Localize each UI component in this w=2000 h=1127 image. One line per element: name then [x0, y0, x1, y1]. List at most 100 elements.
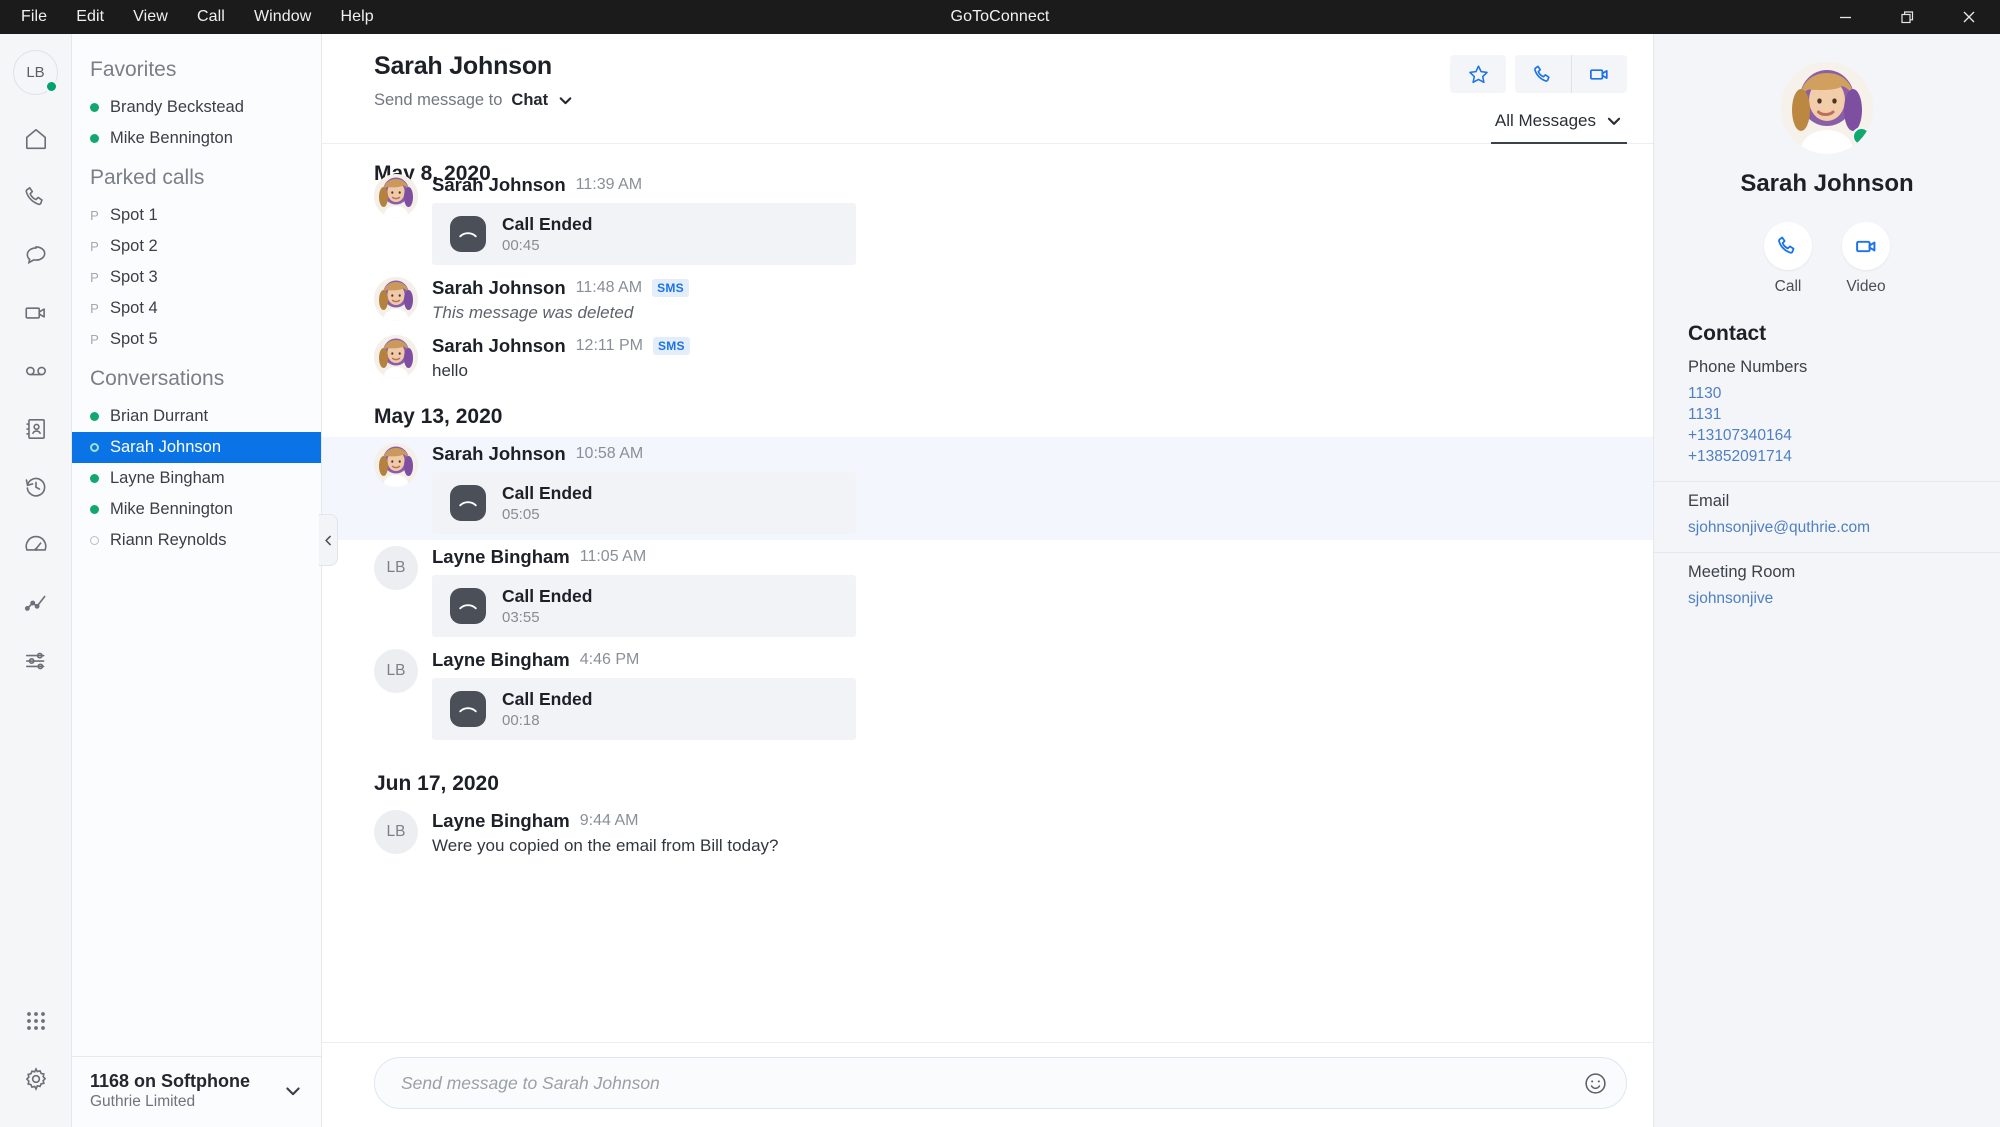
- conversation-item-layne-bingham[interactable]: Layne Bingham: [72, 463, 321, 494]
- contact-phone-value[interactable]: +13107340164: [1688, 425, 1966, 446]
- send-channel-selector[interactable]: Send message to Chat: [374, 91, 1450, 110]
- menu-item-help[interactable]: Help: [327, 3, 386, 31]
- favorite-item-mike-bennington[interactable]: Mike Bennington: [72, 123, 321, 154]
- dialpad-icon[interactable]: [10, 995, 62, 1047]
- parked-spot-5[interactable]: P Spot 5: [72, 324, 321, 355]
- analytics-icon[interactable]: [10, 577, 62, 629]
- favorite-item-brandy-beckstead[interactable]: Brandy Beckstead: [72, 92, 321, 123]
- message-row[interactable]: Sarah Johnson 10:58 AM Call Ended 05:05: [322, 437, 1653, 540]
- send-prefix-label: Send message to: [374, 91, 503, 109]
- contact-call-button[interactable]: Call: [1764, 222, 1812, 296]
- call-card[interactable]: Call Ended 05:05: [432, 472, 856, 534]
- message-meta: Sarah Johnson 12:11 PM SMS: [432, 335, 1627, 357]
- parked-spot-4[interactable]: P Spot 4: [72, 293, 321, 324]
- favorite-star-button[interactable]: [1450, 55, 1506, 93]
- message-input[interactable]: [401, 1072, 1583, 1094]
- menu-item-edit[interactable]: Edit: [63, 3, 117, 31]
- call-card-text: Call Ended 05:05: [502, 483, 592, 523]
- call-card[interactable]: Call Ended 00:18: [432, 678, 856, 740]
- conversation-item-brian-durrant[interactable]: Brian Durrant: [72, 401, 321, 432]
- contacts-icon[interactable]: [10, 403, 62, 455]
- message-body: Sarah Johnson 11:39 AM Call Ended 00:45: [432, 174, 1627, 265]
- conversation-item-mike-bennington[interactable]: Mike Bennington: [72, 494, 321, 525]
- call-button[interactable]: [1515, 55, 1571, 93]
- window-controls: [1814, 0, 2000, 34]
- gauge-icon[interactable]: [10, 519, 62, 571]
- user-avatar[interactable]: LB: [13, 50, 58, 95]
- softphone-line: 1168 on Softphone: [90, 1071, 251, 1091]
- menu-item-window[interactable]: Window: [241, 3, 325, 31]
- favorites-header: Favorites: [90, 58, 177, 81]
- message-text: Were you copied on the email from Bill t…: [432, 836, 779, 855]
- parked-mark: P: [90, 332, 99, 347]
- sms-badge: SMS: [652, 279, 689, 297]
- message-row[interactable]: Sarah Johnson 11:39 AM Call Ended 00:45: [322, 168, 1653, 271]
- softphone-status-button[interactable]: 1168 on Softphone Guthrie Limited: [72, 1056, 321, 1127]
- presence-dot: [90, 474, 99, 483]
- conversation-label: Layne Bingham: [110, 469, 225, 487]
- contact-email-value[interactable]: sjohnsonjive@quthrie.com: [1688, 517, 1966, 538]
- emoji-icon[interactable]: [1583, 1071, 1608, 1096]
- parked-spot-2[interactable]: P Spot 2: [72, 231, 321, 262]
- parked-spot-1[interactable]: P Spot 1: [72, 200, 321, 231]
- presence-dot: [90, 536, 99, 545]
- message-input-wrapper[interactable]: [374, 1057, 1627, 1109]
- parked-calls-header: Parked calls: [90, 166, 205, 189]
- voicemail-icon[interactable]: [10, 345, 62, 397]
- message-row[interactable]: Sarah Johnson 12:11 PM SMS hello: [322, 329, 1653, 387]
- conversation-header: Sarah Johnson Send message to Chat All M…: [322, 34, 1653, 144]
- restore-button[interactable]: [1876, 0, 1938, 34]
- message-list[interactable]: May 8, 2020 Sarah Johnson 11:39 AM Call …: [322, 144, 1653, 1042]
- chat-icon[interactable]: [10, 229, 62, 281]
- video-button[interactable]: [1571, 55, 1627, 93]
- chevron-down-icon[interactable]: [283, 1081, 303, 1101]
- message-row[interactable]: Sarah Johnson 11:48 AM SMS This message …: [322, 271, 1653, 329]
- phone-icon[interactable]: [10, 171, 62, 223]
- menu-bar: File Edit View Call Window Help: [0, 3, 387, 31]
- message-time: 11:39 AM: [575, 176, 643, 193]
- parked-mark: P: [90, 270, 99, 285]
- home-icon[interactable]: [10, 113, 62, 165]
- contact-phone-value[interactable]: +13852091714: [1688, 446, 1966, 467]
- video-icon[interactable]: [10, 287, 62, 339]
- contact-phone-value[interactable]: 1130: [1688, 383, 1966, 404]
- avatar: [374, 174, 418, 218]
- chevron-down-icon[interactable]: [1605, 112, 1623, 130]
- message-row[interactable]: LB Layne Bingham 4:46 PM Call Ended 00:1…: [322, 643, 1653, 746]
- message-meta: Layne Bingham 9:44 AM: [432, 810, 1627, 832]
- close-button[interactable]: [1938, 0, 2000, 34]
- message-row[interactable]: LB Layne Bingham 9:44 AM Were you copied…: [322, 804, 1653, 862]
- menu-item-view[interactable]: View: [120, 3, 181, 31]
- contact-details: Contact Phone Numbers 1130 1131 +1310734…: [1654, 322, 2000, 623]
- minimize-button[interactable]: [1814, 0, 1876, 34]
- call-card[interactable]: Call Ended 03:55: [432, 575, 856, 637]
- sliders-icon[interactable]: [10, 635, 62, 687]
- contact-video-button[interactable]: Video: [1842, 222, 1890, 296]
- phone-icon: [1764, 222, 1812, 270]
- page-title: Sarah Johnson: [374, 52, 552, 80]
- sms-badge: SMS: [652, 337, 690, 355]
- call-card[interactable]: Call Ended 00:45: [432, 203, 856, 265]
- message-filter-dropdown[interactable]: All Messages: [1490, 104, 1627, 144]
- menu-item-call[interactable]: Call: [184, 3, 238, 31]
- message-sender: Sarah Johnson: [432, 335, 566, 356]
- chevron-down-icon[interactable]: [557, 92, 574, 109]
- conversations-header: Conversations: [90, 367, 225, 390]
- message-row[interactable]: LB Layne Bingham 11:05 AM Call Ended 03:…: [322, 540, 1653, 643]
- contact-meeting-value[interactable]: sjohnsonjive: [1688, 588, 1966, 609]
- call-status: Call Ended: [502, 483, 593, 503]
- favorite-label: Brandy Beckstead: [110, 98, 244, 116]
- gear-icon[interactable]: [10, 1053, 62, 1105]
- message-sender: Layne Bingham: [432, 649, 570, 670]
- history-icon[interactable]: [10, 461, 62, 513]
- menu-item-file[interactable]: File: [8, 3, 60, 31]
- message-body: Layne Bingham 4:46 PM Call Ended 00:18: [432, 649, 1627, 740]
- contact-email-section: Email sjohnsonjive@quthrie.com: [1654, 481, 2000, 552]
- call-card-text: Call Ended 00:18: [502, 689, 592, 729]
- parked-spot-3[interactable]: P Spot 3: [72, 262, 321, 293]
- conversation-item-riann-reynolds[interactable]: Riann Reynolds: [72, 525, 321, 556]
- collapse-sidebar-chevron-left-icon[interactable]: [319, 514, 338, 566]
- presence-dot: [90, 412, 99, 421]
- conversation-item-sarah-johnson[interactable]: Sarah Johnson: [72, 432, 321, 463]
- contact-phone-value[interactable]: 1131: [1688, 404, 1966, 425]
